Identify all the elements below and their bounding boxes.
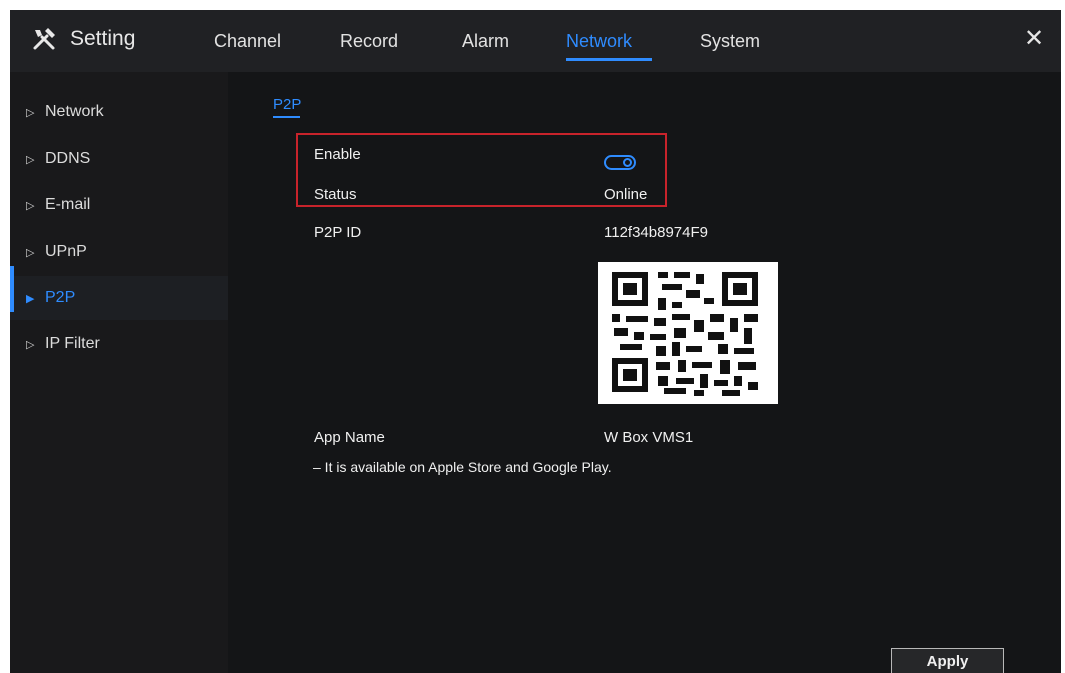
tools-icon [33,28,55,50]
setting-screen: Setting Channel Record Alarm Network Sys… [10,10,1061,673]
enable-label: Enable [314,146,361,163]
triangle-right-icon: ▷ [26,246,35,259]
triangle-right-icon: ▷ [26,106,35,119]
active-tab-indicator [566,58,652,61]
top-bar: Setting Channel Record Alarm Network Sys… [10,10,1061,72]
sidebar: ▷ Network ▷ DDNS ▷ E-mail ▷ UPnP ▶ P2P ▷… [10,72,228,673]
tab-channel[interactable]: Channel [214,31,281,52]
tab-record[interactable]: Record [340,31,398,52]
qr-code [598,262,778,404]
subtab-underline [273,116,300,118]
subtab-p2p[interactable]: P2P [273,96,301,113]
triangle-right-icon: ▷ [26,153,35,166]
sidebar-item-label: UPnP [45,243,87,260]
sidebar-item-email[interactable]: ▷ E-mail [10,183,228,227]
brand: Setting [32,27,135,51]
triangle-right-filled-icon: ▶ [26,292,35,305]
p2p-panel: P2P Enable Status Online P2P ID 112f34b8… [228,72,1061,673]
enable-toggle[interactable] [604,155,636,170]
close-icon[interactable]: ✕ [1024,24,1044,53]
status-label: Status [314,186,357,203]
app-name-value: W Box VMS1 [604,429,694,446]
p2p-id-label: P2P ID [314,224,362,241]
sidebar-item-network[interactable]: ▷ Network [10,90,228,134]
sidebar-item-ddns[interactable]: ▷ DDNS [10,137,228,181]
sidebar-item-label: IP Filter [45,335,100,352]
tab-network[interactable]: Network [566,31,632,52]
sidebar-item-p2p[interactable]: ▶ P2P [10,276,228,320]
status-value: Online [604,186,648,203]
sidebar-item-label: P2P [45,289,76,306]
sidebar-item-upnp[interactable]: ▷ UPnP [10,230,228,274]
active-item-indicator [10,266,14,312]
page-title: Setting [70,27,136,50]
tab-alarm[interactable]: Alarm [462,31,509,52]
sidebar-item-ip-filter[interactable]: ▷ IP Filter [10,322,228,366]
tab-system[interactable]: System [700,31,760,52]
sidebar-item-label: Network [45,103,104,120]
toggle-knob [623,158,632,167]
triangle-right-icon: ▷ [26,199,35,212]
availability-note: – It is available on Apple Store and Goo… [313,459,612,475]
app-name-label: App Name [314,429,385,446]
qr-code-graphic [598,262,778,404]
p2p-id-value: 112f34b8974F9 [604,224,708,241]
apply-button[interactable]: Apply [891,648,1004,673]
sidebar-item-label: DDNS [45,150,91,167]
triangle-right-icon: ▷ [26,338,35,351]
sidebar-item-label: E-mail [45,196,91,213]
